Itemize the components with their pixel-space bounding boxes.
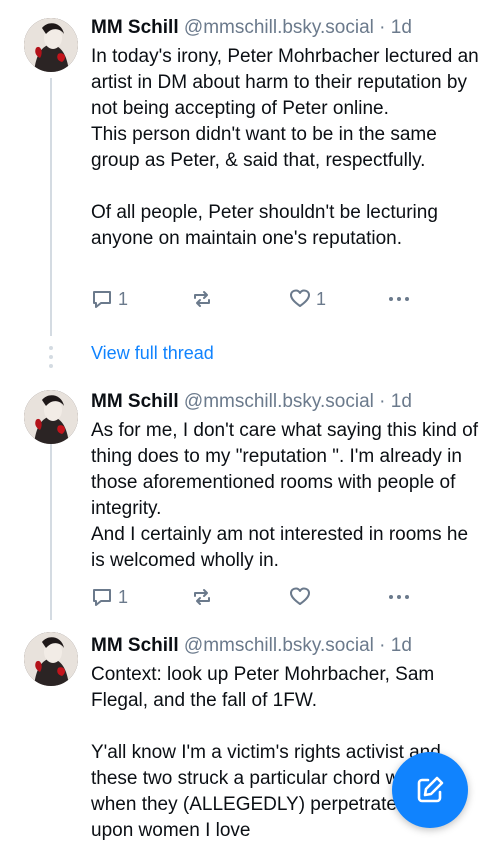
reply-icon — [93, 589, 111, 606]
like-count: 1 — [316, 288, 327, 309]
heart-icon — [290, 289, 310, 307]
separator: · — [379, 17, 386, 38]
post-text: As for me, I don't care what saying this… — [91, 420, 478, 571]
reply-button[interactable]: 1 — [91, 586, 128, 608]
post-time[interactable]: 1d — [391, 17, 412, 38]
reply-button[interactable]: 1 — [91, 288, 128, 310]
author-handle[interactable]: @mmschill.bsky.social — [184, 391, 374, 412]
post-text: In today's irony, Peter Mohrbacher lectu… — [91, 46, 479, 249]
thread-ellipsis-dot — [49, 355, 53, 359]
separator: · — [379, 635, 386, 656]
separator: · — [379, 391, 386, 412]
post[interactable]: MM Schill @mmschill.bsky.social · 1d In … — [0, 0, 500, 330]
heart-icon — [290, 587, 310, 605]
reply-count: 1 — [118, 586, 129, 607]
more-options-button[interactable] — [387, 586, 411, 608]
post-actions: 1 — [91, 586, 421, 612]
more-icon — [389, 297, 409, 301]
post-header: MM Schill @mmschill.bsky.social · 1d — [91, 17, 412, 39]
repost-button[interactable] — [191, 288, 213, 310]
post-time[interactable]: 1d — [391, 635, 412, 656]
reply-count: 1 — [118, 288, 129, 309]
view-full-thread-link[interactable]: View full thread — [91, 343, 214, 364]
author-handle[interactable]: @mmschill.bsky.social — [184, 635, 374, 656]
avatar[interactable] — [24, 390, 78, 444]
like-button[interactable] — [289, 586, 311, 608]
avatar[interactable] — [24, 18, 78, 72]
author-handle[interactable]: @mmschill.bsky.social — [184, 17, 374, 38]
like-button[interactable]: 1 — [289, 288, 326, 310]
repost-icon — [194, 589, 210, 605]
repost-icon — [194, 291, 210, 307]
more-options-button[interactable] — [387, 288, 411, 310]
post-header: MM Schill @mmschill.bsky.social · 1d — [91, 635, 412, 657]
post-actions: 1 1 — [91, 288, 421, 314]
thread-ellipsis-dot — [49, 346, 53, 350]
post[interactable]: MM Schill @mmschill.bsky.social · 1d As … — [0, 380, 500, 620]
author-name[interactable]: MM Schill — [91, 17, 179, 38]
compose-icon — [417, 776, 444, 803]
compose-button[interactable] — [392, 752, 468, 828]
more-icon — [389, 595, 409, 599]
reply-icon — [93, 291, 111, 308]
author-name[interactable]: MM Schill — [91, 635, 179, 656]
thread-ellipsis-dot — [49, 364, 53, 368]
repost-button[interactable] — [191, 586, 213, 608]
avatar[interactable] — [24, 632, 78, 686]
post-header: MM Schill @mmschill.bsky.social · 1d — [91, 391, 412, 413]
author-name[interactable]: MM Schill — [91, 391, 179, 412]
post-time[interactable]: 1d — [391, 391, 412, 412]
